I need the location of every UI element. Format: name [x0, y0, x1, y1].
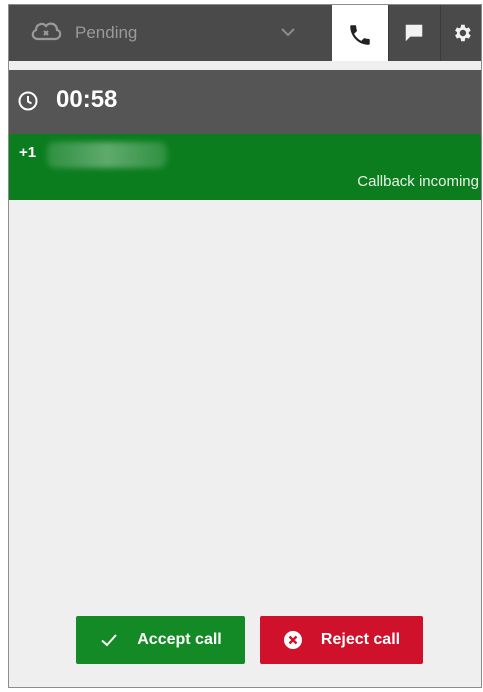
checkmark-icon	[101, 634, 117, 647]
call-state-label: Callback incoming	[357, 173, 479, 190]
gear-icon	[455, 24, 471, 42]
chevron-down-icon	[281, 28, 295, 37]
call-timer-bar: 00:58	[9, 70, 481, 134]
close-circle-icon	[283, 631, 302, 649]
clock-icon	[18, 91, 38, 111]
reject-call-button[interactable]: Reject call	[260, 616, 423, 664]
agent-status-dropdown[interactable]: Pending	[9, 5, 329, 61]
phone-icon	[350, 24, 370, 45]
contact-banner: +1 Callback incoming	[9, 134, 481, 200]
ccp-panel: Pending 00:58 +1 Callback incoming Accep…	[8, 4, 482, 688]
top-bar: Pending	[9, 5, 481, 61]
accept-call-label: Accept call	[137, 631, 222, 648]
tab-phone[interactable]	[332, 5, 388, 61]
phone-number-prefix: +1	[19, 144, 37, 161]
call-timer: 00:58	[56, 86, 118, 113]
accept-call-button[interactable]: Accept call	[76, 616, 245, 664]
cloud-icon	[31, 22, 62, 41]
chat-icon	[405, 24, 423, 42]
tab-chat[interactable]	[389, 5, 439, 61]
reject-call-label: Reject call	[320, 631, 401, 648]
redacted-phone-number	[47, 142, 167, 168]
agent-status-label: Pending	[75, 23, 138, 42]
tab-settings[interactable]	[441, 5, 481, 61]
